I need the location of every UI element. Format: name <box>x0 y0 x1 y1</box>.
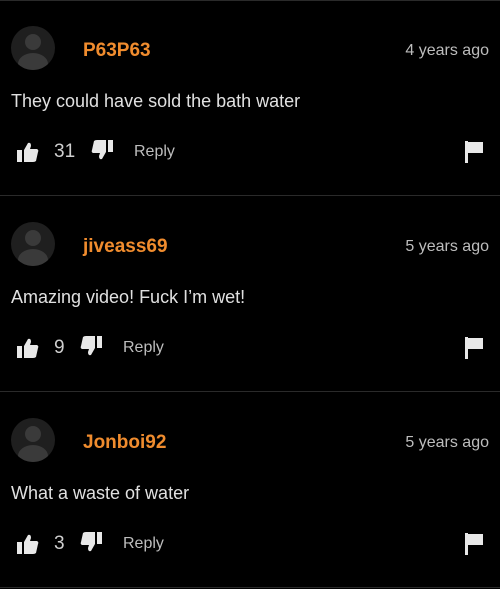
comment-username[interactable]: P63P63 <box>83 40 151 62</box>
thumbs-up-icon[interactable] <box>17 534 39 554</box>
flag-icon[interactable] <box>465 533 483 555</box>
thumbs-down-icon[interactable] <box>80 532 102 552</box>
comment-username[interactable]: Jonboi92 <box>83 432 166 454</box>
comment-list: P63P63 4 years ago They could have sold … <box>0 0 500 589</box>
thumbs-up-icon[interactable] <box>17 338 39 358</box>
comment-username[interactable]: jiveass69 <box>83 236 168 258</box>
flag-icon[interactable] <box>465 141 483 163</box>
default-avatar-icon[interactable] <box>11 26 55 70</box>
comment-text: Amazing video! Fuck I’m wet! <box>11 287 246 307</box>
default-avatar-icon[interactable] <box>11 418 55 462</box>
flag-icon[interactable] <box>465 337 483 359</box>
reply-button[interactable]: Reply <box>134 143 175 161</box>
thumbs-down-icon[interactable] <box>80 336 102 356</box>
comment-item: P63P63 4 years ago They could have sold … <box>0 0 500 196</box>
comment-item: jiveass69 5 years ago Amazing video! Fuc… <box>0 196 500 392</box>
thumbs-up-icon[interactable] <box>17 142 39 162</box>
comment-actions: 31 Reply <box>0 138 500 166</box>
comment-actions: 9 Reply <box>0 334 500 362</box>
reply-button[interactable]: Reply <box>123 339 164 357</box>
comment-item: Jonboi92 5 years ago What a waste of wat… <box>0 392 500 588</box>
comment-text: What a waste of water <box>11 483 190 503</box>
vote-count: 31 <box>54 141 76 162</box>
thumbs-down-icon[interactable] <box>91 140 113 160</box>
default-avatar-icon[interactable] <box>11 222 55 266</box>
comment-timestamp: 4 years ago <box>405 42 489 59</box>
reply-button[interactable]: Reply <box>123 535 164 553</box>
comment-timestamp: 5 years ago <box>405 238 489 255</box>
vote-count: 3 <box>54 533 65 554</box>
comment-timestamp: 5 years ago <box>405 434 489 451</box>
comment-actions: 3 Reply <box>0 530 500 558</box>
comment-divider <box>0 587 500 588</box>
vote-count: 9 <box>54 337 65 358</box>
comment-text: They could have sold the bath water <box>11 91 301 111</box>
